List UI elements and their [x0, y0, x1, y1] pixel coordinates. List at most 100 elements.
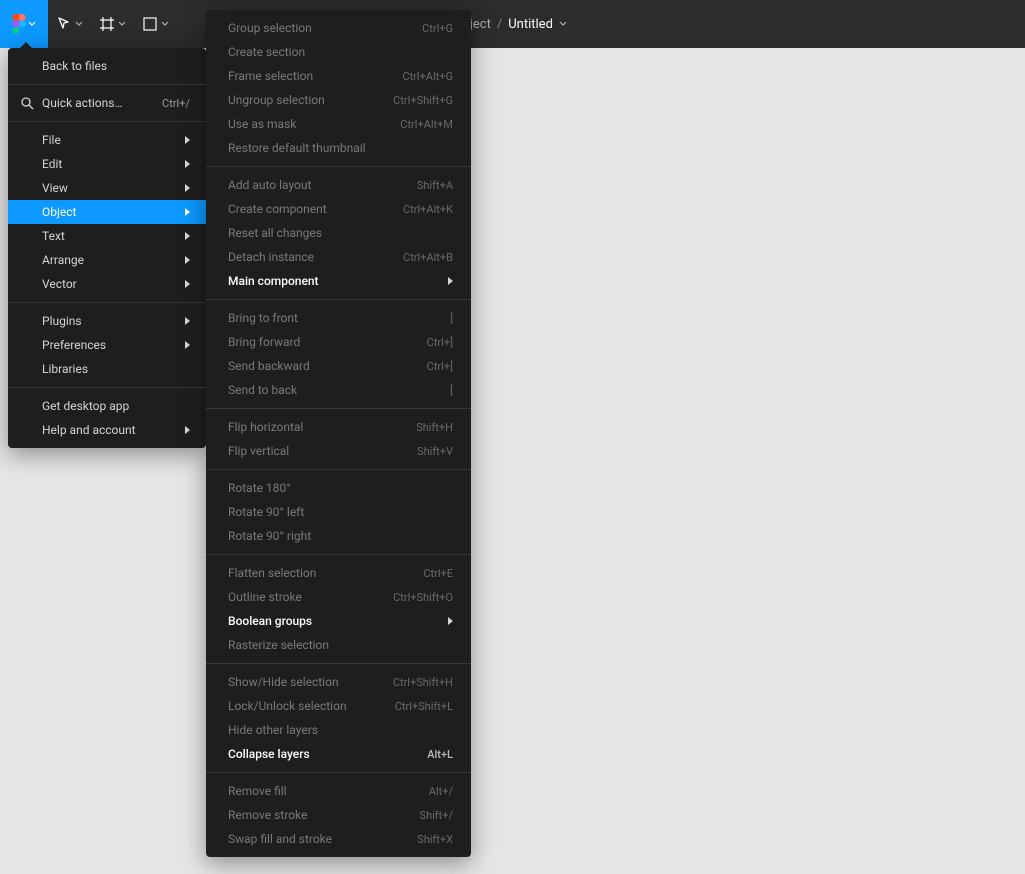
sub-rotate-90-right[interactable]: Rotate 90° right — [206, 524, 471, 548]
sub-bring-forward[interactable]: Bring forwardCtrl+] — [206, 330, 471, 354]
sub-shortcut: [ — [450, 385, 453, 396]
breadcrumb-file[interactable]: Untitled — [508, 17, 553, 32]
sub-label: Remove stroke — [228, 809, 307, 821]
sub-flip-v[interactable]: Flip verticalShift+V — [206, 439, 471, 463]
menu-desktop-app[interactable]: Get desktop app — [8, 394, 206, 418]
menu-vector[interactable]: Vector — [8, 272, 206, 296]
sub-restore-thumbnail[interactable]: Restore default thumbnail — [206, 136, 471, 160]
sub-shortcut: Shift+/ — [420, 810, 453, 821]
menu-object[interactable]: Object — [8, 200, 206, 224]
frame-tool-button[interactable] — [91, 0, 134, 48]
figma-menu-button[interactable] — [0, 0, 48, 48]
sub-label: Rotate 90° left — [228, 506, 304, 518]
sub-label: Boolean groups — [228, 615, 312, 627]
sub-label: Reset all changes — [228, 227, 322, 239]
sub-frame-selection[interactable]: Frame selectionCtrl+Alt+G — [206, 64, 471, 88]
rectangle-icon — [142, 16, 158, 32]
menu-label: Text — [42, 230, 65, 242]
chevron-down-icon[interactable] — [559, 20, 567, 28]
menu-view[interactable]: View — [8, 176, 206, 200]
sub-outline-stroke[interactable]: Outline strokeCtrl+Shift+O — [206, 585, 471, 609]
menu-separator — [8, 84, 206, 85]
sub-group-selection[interactable]: Group selectionCtrl+G — [206, 16, 471, 40]
menu-arrange[interactable]: Arrange — [8, 248, 206, 272]
sub-separator — [206, 299, 471, 300]
top-toolbar: Team project / Untitled — [0, 0, 1025, 48]
sub-reset-changes[interactable]: Reset all changes — [206, 221, 471, 245]
sub-label: Flip horizontal — [228, 421, 303, 433]
sub-separator — [206, 663, 471, 664]
sub-send-back[interactable]: Send to back[ — [206, 378, 471, 402]
sub-collapse-layers[interactable]: Collapse layersAlt+L — [206, 742, 471, 766]
menu-label: Edit — [42, 158, 62, 170]
menu-label: Object — [42, 206, 76, 218]
sub-send-backward[interactable]: Send backwardCtrl+[ — [206, 354, 471, 378]
sub-shortcut: Ctrl+[ — [427, 361, 453, 372]
menu-file[interactable]: File — [8, 128, 206, 152]
sub-remove-fill[interactable]: Remove fillAlt+/ — [206, 779, 471, 803]
sub-separator — [206, 554, 471, 555]
sub-create-component[interactable]: Create componentCtrl+Alt+K — [206, 197, 471, 221]
sub-boolean-groups[interactable]: Boolean groups — [206, 609, 471, 633]
sub-shortcut: Shift+A — [417, 180, 453, 191]
sub-remove-stroke[interactable]: Remove stroke Shift+/ — [206, 803, 471, 827]
menu-separator — [8, 387, 206, 388]
sub-use-as-mask[interactable]: Use as maskCtrl+Alt+M — [206, 112, 471, 136]
sub-show-hide[interactable]: Show/Hide selectionCtrl+Shift+H — [206, 670, 471, 694]
sub-rotate-180[interactable]: Rotate 180° — [206, 476, 471, 500]
menu-preferences[interactable]: Preferences — [8, 333, 206, 357]
sub-bring-front[interactable]: Bring to front] — [206, 306, 471, 330]
sub-shortcut: Ctrl+G — [422, 23, 453, 34]
sub-detach-instance[interactable]: Detach instanceCtrl+Alt+B — [206, 245, 471, 269]
sub-separator — [206, 166, 471, 167]
sub-label: Add auto layout — [228, 179, 311, 191]
sub-label: Collapse layers — [228, 748, 310, 760]
sub-separator — [206, 469, 471, 470]
sub-ungroup[interactable]: Ungroup selection Ctrl+Shift+G — [206, 88, 471, 112]
menu-edit[interactable]: Edit — [8, 152, 206, 176]
sub-label: Ungroup selection — [228, 94, 325, 106]
menu-quick-actions[interactable]: Quick actions… Ctrl+/ — [8, 91, 206, 115]
sub-create-section[interactable]: Create section — [206, 40, 471, 64]
submenu-arrow-icon — [185, 208, 190, 216]
move-tool-button[interactable] — [48, 0, 91, 48]
menu-help[interactable]: Help and account — [8, 418, 206, 442]
submenu-arrow-icon — [185, 280, 190, 288]
sub-lock-unlock[interactable]: Lock/Unlock selectionCtrl+Shift+L — [206, 694, 471, 718]
sub-swap-fill-stroke[interactable]: Swap fill and strokeShift+X — [206, 827, 471, 851]
frame-icon — [99, 16, 115, 32]
chevron-down-icon — [75, 20, 83, 28]
menu-label: View — [42, 182, 68, 194]
sub-hide-others[interactable]: Hide other layers — [206, 718, 471, 742]
sub-label: Swap fill and stroke — [228, 833, 332, 845]
chevron-down-icon — [118, 20, 126, 28]
sub-label: Show/Hide selection — [228, 676, 339, 688]
sub-label: Bring forward — [228, 336, 300, 348]
sub-auto-layout[interactable]: Add auto layout Shift+A — [206, 173, 471, 197]
chevron-down-icon — [28, 20, 36, 28]
sub-rasterize[interactable]: Rasterize selection — [206, 633, 471, 657]
sub-shortcut: Ctrl+Alt+K — [403, 204, 453, 215]
object-submenu: Group selectionCtrl+G Create section Fra… — [206, 10, 471, 857]
menu-separator — [8, 302, 206, 303]
shape-tool-button[interactable] — [134, 0, 177, 48]
sub-label: Remove fill — [228, 785, 287, 797]
sub-shortcut: ] — [450, 313, 453, 324]
sub-shortcut: Ctrl+E — [423, 568, 453, 579]
menu-label: Back to files — [42, 60, 107, 72]
submenu-arrow-icon — [185, 256, 190, 264]
menu-label: Plugins — [42, 315, 82, 327]
sub-flip-h[interactable]: Flip horizontalShift+H — [206, 415, 471, 439]
submenu-arrow-icon — [185, 232, 190, 240]
submenu-arrow-icon — [185, 184, 190, 192]
sub-shortcut: Ctrl+Alt+G — [402, 71, 453, 82]
sub-main-component[interactable]: Main component — [206, 269, 471, 293]
menu-text[interactable]: Text — [8, 224, 206, 248]
sub-label: Rasterize selection — [228, 639, 329, 651]
menu-back-to-files[interactable]: Back to files — [8, 54, 206, 78]
sub-rotate-90-left[interactable]: Rotate 90° left — [206, 500, 471, 524]
menu-libraries[interactable]: Libraries — [8, 357, 206, 381]
menu-plugins[interactable]: Plugins — [8, 309, 206, 333]
sub-shortcut: Ctrl+Shift+G — [393, 95, 453, 106]
sub-flatten[interactable]: Flatten selectionCtrl+E — [206, 561, 471, 585]
